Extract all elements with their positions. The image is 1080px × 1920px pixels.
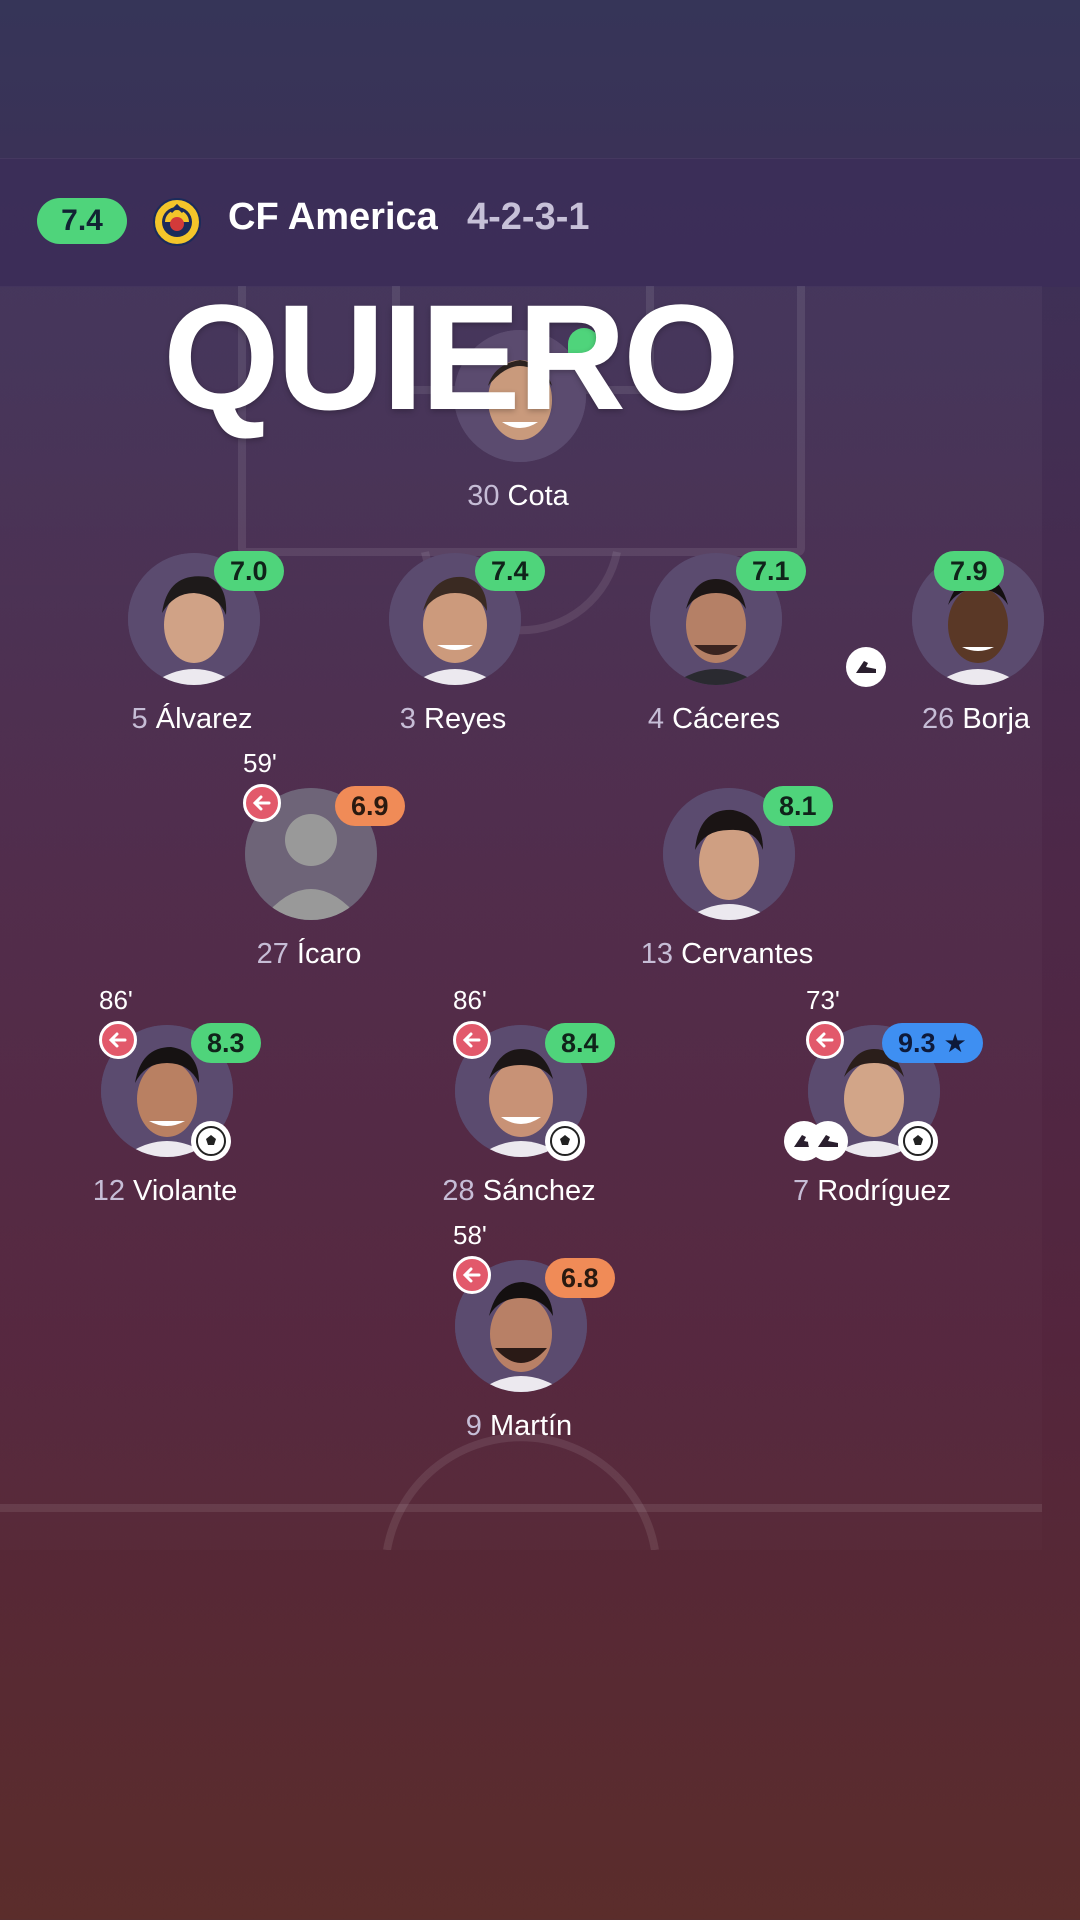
player-number: 7	[792, 1175, 810, 1207]
sub-minute: 59'	[243, 748, 277, 778]
player-rating: 7.0	[214, 551, 284, 591]
player-name: Álvarez	[155, 703, 253, 735]
player-name: Cáceres	[672, 703, 781, 735]
player-name-label: 13 Cervantes	[597, 938, 857, 971]
player-name: Cervantes	[681, 938, 814, 970]
formation-label: 4-2-3-1	[467, 196, 590, 238]
status-area	[0, 0, 1080, 158]
player-name: Ícaro	[296, 938, 362, 970]
player-name: Sánchez	[482, 1175, 596, 1207]
player-name: Violante	[133, 1175, 238, 1207]
player-number: 27	[256, 938, 289, 970]
substituted-out-icon	[453, 1021, 491, 1059]
player-rating: 7.1	[736, 551, 806, 591]
substituted-out-icon	[453, 1256, 491, 1294]
player-name-label: 4 Cáceres	[584, 703, 844, 736]
assist-boot-icon	[846, 647, 886, 687]
assist-boot-icon	[808, 1121, 848, 1161]
player-number: 4	[647, 703, 665, 735]
team-rating-badge: 7.4	[37, 198, 127, 244]
player-rating: 7.4	[475, 551, 545, 591]
player-card[interactable]: 8.1 13 Cervantes	[597, 786, 857, 988]
player-card[interactable]: 86' 8.3 12 Violante	[35, 985, 295, 1225]
player-name-label: 5 Álvarez	[62, 703, 322, 736]
star-icon: ★	[943, 1027, 967, 1058]
substituted-out-icon	[99, 1021, 137, 1059]
player-card[interactable]: 59' 6.9 27 Ícaro	[179, 748, 439, 988]
player-number: 9	[465, 1410, 482, 1442]
goal-ball-icon	[191, 1121, 231, 1161]
player-number: 30	[467, 480, 500, 512]
team-name: CF America	[228, 196, 438, 238]
player-number: 3	[399, 703, 416, 735]
substituted-out-icon	[806, 1021, 844, 1059]
player-card[interactable]: 58' 6.8 9 Martín	[389, 1220, 649, 1460]
player-rating: 8.3	[191, 1023, 261, 1063]
player-name-label: 30 Cota	[388, 480, 648, 513]
player-name-label: 9 Martín	[389, 1410, 649, 1443]
player-rating: 8.4	[545, 1023, 615, 1063]
player-rating: 6.9	[335, 786, 405, 826]
substituted-out-icon	[243, 784, 281, 822]
player-card[interactable]: 73' 9.3 ★ 7 Rodríguez	[742, 985, 1002, 1225]
goal-ball-icon	[898, 1121, 938, 1161]
player-number: 26	[921, 703, 955, 735]
overlay-caption: QUIERO	[163, 273, 740, 441]
team-crest-icon	[153, 198, 201, 246]
player-rating: 8.1	[763, 786, 833, 826]
player-card[interactable]: 7.1 4 Cáceres	[584, 551, 844, 753]
player-card[interactable]: 86' 8.4 28 Sánchez	[389, 985, 649, 1225]
player-card[interactable]: 7.0 5 Álvarez	[62, 551, 322, 753]
player-rating: 6.8	[545, 1258, 615, 1298]
goal-ball-icon	[545, 1121, 585, 1161]
player-name-label: 12 Violante	[35, 1175, 295, 1208]
sub-minute: 86'	[453, 985, 487, 1015]
player-name: Cota	[507, 480, 569, 512]
player-name: Martín	[490, 1410, 573, 1442]
player-number: 13	[640, 938, 674, 970]
sub-minute: 58'	[453, 1220, 487, 1250]
player-name-label: 28 Sánchez	[389, 1175, 649, 1208]
player-name-label: 26 Borja	[846, 703, 1080, 736]
player-name-label: 27 Ícaro	[179, 938, 439, 971]
player-name: Rodríguez	[817, 1175, 951, 1207]
player-card[interactable]: 7.9 26 Borja	[846, 551, 1080, 753]
player-rating-value: 9.3	[898, 1027, 936, 1058]
player-card[interactable]: 7.4 3 Reyes	[323, 551, 583, 753]
player-number: 12	[92, 1175, 125, 1207]
player-name: Reyes	[424, 703, 507, 735]
sub-minute: 73'	[806, 985, 840, 1015]
player-number: 28	[442, 1175, 475, 1207]
player-rating: 7.9	[934, 551, 1004, 591]
sub-minute: 86'	[99, 985, 133, 1015]
player-rating: 9.3 ★	[882, 1023, 983, 1063]
player-name-label: 3 Reyes	[323, 703, 583, 736]
player-name-label: 7 Rodríguez	[742, 1175, 1002, 1208]
player-name: Borja	[962, 703, 1031, 735]
player-number: 5	[131, 703, 148, 735]
